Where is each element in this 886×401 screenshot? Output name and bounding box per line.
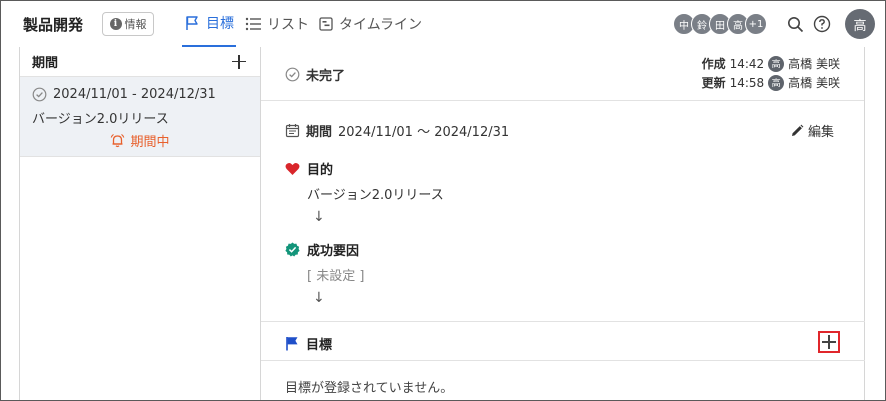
success-factor-label: 成功要因 bbox=[307, 244, 360, 259]
down-arrow-icon: ↓ bbox=[313, 290, 325, 306]
info-button-label: 情報 bbox=[124, 18, 147, 31]
goals-heading: 目標 bbox=[285, 334, 332, 353]
updated-time: 14:58 bbox=[729, 75, 765, 90]
created-meta: 作成 14:42 高 高橋 美咲 bbox=[702, 55, 840, 72]
completion-status[interactable]: 未完了 bbox=[285, 65, 345, 84]
check-circle-icon bbox=[32, 87, 47, 102]
timeline-icon bbox=[319, 17, 333, 31]
goals-section-header: 目標 bbox=[261, 321, 865, 361]
period-detail: 未完了 作成 14:42 高 高橋 美咲 更新 14:58 高 高橋 美咲 期間… bbox=[261, 47, 865, 400]
period-row: 期間 2024/11/01 〜 2024/12/31 bbox=[285, 121, 509, 140]
purpose-value[interactable]: バージョン2.0リリース bbox=[307, 184, 444, 203]
check-circle-icon bbox=[285, 67, 300, 82]
purpose-label: 目的 bbox=[307, 163, 334, 178]
down-arrow-icon: ↓ bbox=[313, 209, 325, 225]
tab-goals[interactable]: 目標 bbox=[182, 1, 236, 47]
flag-icon bbox=[286, 337, 298, 351]
tab-list[interactable]: リスト bbox=[245, 1, 309, 47]
sidebar-title: 期間 bbox=[32, 56, 59, 71]
period-list-item[interactable]: 2024/11/01 - 2024/12/31 バージョン2.0リリース 期間中 bbox=[20, 77, 260, 157]
period-range: 2024/11/01 - 2024/12/31 bbox=[53, 87, 216, 102]
user-avatar[interactable]: 高 bbox=[845, 9, 875, 39]
pencil-icon bbox=[791, 124, 804, 136]
tab-list-label: リスト bbox=[267, 17, 309, 33]
status-label: 未完了 bbox=[306, 69, 346, 84]
plus-icon bbox=[822, 335, 836, 349]
add-goal-button[interactable] bbox=[818, 331, 840, 353]
info-button[interactable]: i 情報 bbox=[102, 12, 154, 36]
updated-meta: 更新 14:58 高 高橋 美咲 bbox=[702, 74, 840, 91]
created-by: 高橋 美咲 bbox=[788, 57, 840, 71]
avatar: 高 bbox=[768, 55, 785, 72]
top-header: 製品開発 i 情報 目標 リスト タイムライン 中 鈴 田 高 +1 高 bbox=[1, 1, 885, 47]
help-icon[interactable] bbox=[812, 14, 832, 34]
updated-by: 高橋 美咲 bbox=[788, 76, 840, 90]
success-factor-heading: 成功要因 bbox=[285, 240, 359, 259]
edit-button-label: 編集 bbox=[807, 125, 834, 140]
calendar-icon bbox=[285, 124, 300, 138]
purpose-heading: 目的 bbox=[285, 159, 333, 178]
search-icon[interactable] bbox=[785, 14, 805, 34]
flag-icon bbox=[186, 16, 198, 30]
info-icon: i bbox=[109, 18, 122, 30]
created-time: 14:42 bbox=[729, 56, 765, 71]
member-avatars[interactable]: 中 鈴 田 高 +1 bbox=[673, 13, 767, 35]
updated-label: 更新 bbox=[701, 76, 726, 90]
created-label: 作成 bbox=[701, 57, 726, 71]
heart-icon bbox=[285, 162, 300, 175]
success-factor-value[interactable]: [ 未設定 ] bbox=[307, 265, 364, 284]
list-icon bbox=[245, 17, 261, 31]
period-value: 2024/11/01 〜 2024/12/31 bbox=[338, 125, 510, 140]
add-period-icon[interactable] bbox=[232, 54, 246, 69]
avatar: 高 bbox=[768, 74, 785, 91]
period-name: バージョン2.0リリース bbox=[32, 112, 169, 127]
period-label: 期間 bbox=[306, 125, 333, 140]
tab-timeline-label: タイムライン bbox=[339, 17, 423, 33]
bell-icon bbox=[111, 133, 125, 148]
tab-goals-label: 目標 bbox=[206, 16, 234, 32]
goals-label: 目標 bbox=[306, 338, 333, 353]
goals-empty-message: 目標が登録されていません。 bbox=[285, 381, 454, 396]
status-bar: 未完了 作成 14:42 高 高橋 美咲 更新 14:58 高 高橋 美咲 bbox=[261, 47, 864, 101]
more-members-badge[interactable]: +1 bbox=[745, 13, 767, 35]
check-badge-icon bbox=[285, 242, 300, 257]
tab-timeline[interactable]: タイムライン bbox=[319, 1, 422, 47]
sidebar-header: 期間 bbox=[20, 47, 260, 77]
edit-button[interactable]: 編集 bbox=[790, 121, 834, 140]
project-title: 製品開発 bbox=[23, 16, 84, 34]
period-status: 期間中 bbox=[130, 135, 170, 150]
period-sidebar: 期間 2024/11/01 - 2024/12/31 バージョン2.0リリース bbox=[19, 47, 261, 400]
app-window: 製品開発 i 情報 目標 リスト タイムライン 中 鈴 田 高 +1 高 期間 … bbox=[0, 0, 886, 401]
